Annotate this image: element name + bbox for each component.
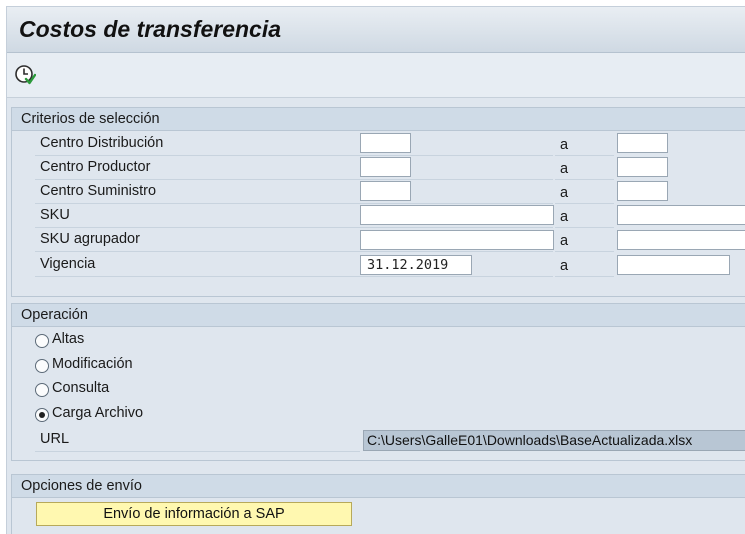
range-separator: a <box>555 132 614 156</box>
criteria-row-vigencia: Vigencia <box>35 253 553 277</box>
vigencia-from-input[interactable]: 31.12.2019 <box>360 255 472 275</box>
sku-from-input[interactable] <box>360 205 554 225</box>
radio-modificacion[interactable] <box>35 359 49 373</box>
group-header-send: Opciones de envío <box>12 475 745 498</box>
field-label: Centro Suministro <box>40 183 157 199</box>
range-separator: a <box>555 228 614 252</box>
radio-label-altas[interactable]: Altas <box>52 331 84 347</box>
group-header-criteria: Criterios de selección <box>12 108 745 131</box>
centro-distribucion-to-input[interactable] <box>617 133 668 153</box>
radio-altas[interactable] <box>35 334 49 348</box>
page-title: Costos de transferencia <box>19 16 282 42</box>
radio-consulta[interactable] <box>35 383 49 397</box>
centro-productor-from-input[interactable] <box>360 157 411 177</box>
radio-label-modificacion[interactable]: Modificación <box>52 356 133 372</box>
sap-screen: Costos de transferencia Criterios de sel… <box>6 6 745 534</box>
application-toolbar <box>7 53 745 98</box>
url-input[interactable]: C:\Users\GalleE01\Downloads\BaseActualiz… <box>363 430 745 451</box>
centro-suministro-to-input[interactable] <box>617 181 668 201</box>
field-label: SKU <box>40 207 70 223</box>
sku-agrupador-to-input[interactable] <box>617 230 745 250</box>
operation-group: Operación Altas Modificación Consulta Ca… <box>11 303 745 461</box>
criteria-row-centro-productor: Centro Productor <box>35 156 553 180</box>
range-separator: a <box>555 156 614 180</box>
range-separator: a <box>555 253 614 277</box>
field-label: Vigencia <box>40 256 96 272</box>
send-options-group: Opciones de envío Envío de información a… <box>11 474 745 534</box>
vigencia-to-input[interactable] <box>617 255 730 275</box>
radio-label-carga-archivo[interactable]: Carga Archivo <box>52 405 143 421</box>
centro-productor-to-input[interactable] <box>617 157 668 177</box>
criteria-row-centro-suministro: Centro Suministro <box>35 180 553 204</box>
centro-distribucion-from-input[interactable] <box>360 133 411 153</box>
field-label: SKU agrupador <box>40 231 140 247</box>
group-header-operation: Operación <box>12 304 745 327</box>
field-label: Centro Distribución <box>40 135 164 151</box>
execute-clock-icon[interactable] <box>14 64 36 86</box>
range-separator: a <box>555 180 614 204</box>
url-row: URL <box>35 428 360 452</box>
radio-carga-archivo[interactable] <box>35 408 49 422</box>
sku-agrupador-from-input[interactable] <box>360 230 554 250</box>
field-label: Centro Productor <box>40 159 151 175</box>
centro-suministro-from-input[interactable] <box>360 181 411 201</box>
sku-to-input[interactable] <box>617 205 745 225</box>
criteria-row-centro-distribucion: Centro Distribución <box>35 132 553 156</box>
range-separator: a <box>555 204 614 228</box>
url-label: URL <box>40 431 70 447</box>
radio-label-consulta[interactable]: Consulta <box>52 380 109 396</box>
selection-criteria-group: Criterios de selección Centro Distribuci… <box>11 107 745 297</box>
radio-selected-dot <box>39 412 45 418</box>
send-to-sap-button[interactable]: Envío de información a SAP <box>36 502 352 526</box>
title-bar: Costos de transferencia <box>7 7 745 53</box>
